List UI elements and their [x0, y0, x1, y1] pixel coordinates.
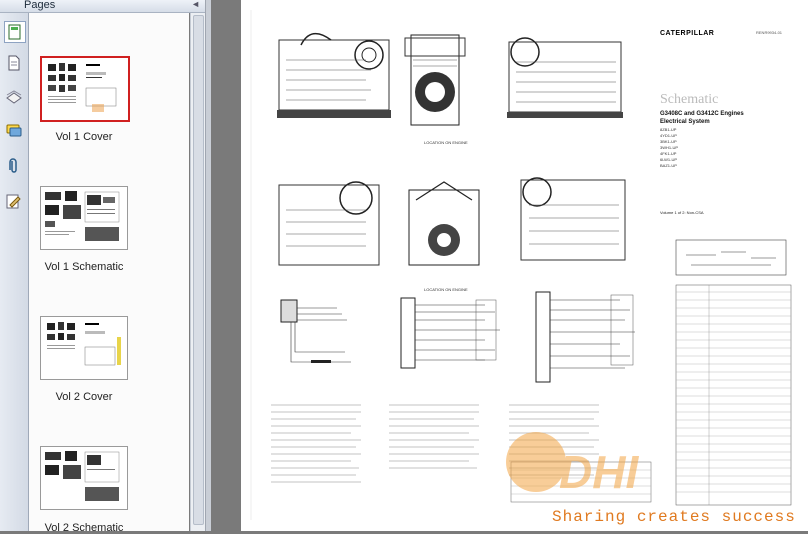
thumbnails-scrollbar[interactable] [190, 13, 205, 531]
thumbnail-label: Vol 2 Schematic [44, 522, 124, 534]
schematic-drawing: DHI [250, 10, 792, 520]
wiring-harness-1 [280, 299, 351, 363]
thumbnail-label: Vol 2 Cover [55, 391, 113, 403]
navigation-toolstrip [0, 13, 29, 531]
document-heading: Schematic [660, 92, 719, 107]
engine-front-view-2 [408, 181, 480, 266]
pages-tool-icon[interactable] [4, 21, 26, 43]
document-tool-icon[interactable] [4, 53, 24, 73]
svg-text:DHI: DHI [559, 446, 639, 498]
engine-side-view-3 [278, 181, 380, 266]
location-caption: LOCATION ON ENGINE [424, 287, 468, 292]
thumbnail-label: Vol 1 Schematic [44, 261, 124, 273]
thumbnail-vol2-cover[interactable] [40, 316, 128, 380]
publication-number: RENR9934-01 [756, 30, 783, 35]
engine-side-view-4 [520, 177, 626, 261]
wiring-harness-2 [400, 297, 500, 369]
serial-numbers: 8ZB1-UP 4YD1-UP 3BK1-UP 3WH1-UP 4FK1-UP … [660, 127, 678, 169]
document-page: DHI CATERPILLAR RENR9934-01 Schematic G3… [241, 0, 808, 531]
thumbnail-vol1-schematic[interactable] [40, 186, 128, 250]
comments-tool-icon[interactable] [4, 121, 24, 141]
component-table [675, 284, 792, 506]
thumbnail-vol2-schematic[interactable] [40, 446, 128, 510]
thumbnails-pane: Vol 1 Cover Vol 1 Schematic Vol 2 Cover [29, 13, 189, 534]
caterpillar-logo: CATERPILLAR [660, 30, 715, 37]
panel-splitter[interactable] [205, 0, 211, 531]
location-caption: LOCATION ON ENGINE [424, 140, 468, 145]
engine-side-view-1 [277, 32, 391, 118]
attachments-tool-icon[interactable] [4, 156, 24, 176]
volume-label: Volume 1 of 2: Non-CSA [660, 210, 704, 215]
document-subtitle: G3408C and G3412C Engines Electrical Sys… [660, 110, 744, 126]
serial-number: BAZ1-UP [660, 163, 677, 168]
wiring-harness-3 [535, 291, 635, 383]
watermark-text: Sharing creates success [552, 508, 796, 526]
thumbnail-vol1-cover[interactable] [40, 56, 130, 122]
pages-panel-title: Pages [24, 0, 56, 11]
engines-line: G3408C and G3412C Engines [660, 111, 744, 117]
collapse-panel-icon[interactable]: ◄ [191, 0, 200, 9]
watermark-logo-icon: DHI [506, 432, 639, 498]
signatures-tool-icon[interactable] [4, 191, 24, 211]
pages-panel-header: Pages ◄ [0, 0, 206, 13]
scrollbar-thumb[interactable] [193, 15, 204, 525]
thumbnail-label: Vol 1 Cover [55, 131, 113, 143]
system-line: Electrical System [660, 119, 710, 125]
engine-front-view-1 [404, 34, 466, 126]
engine-side-view-2 [507, 37, 623, 118]
layers-tool-icon[interactable] [4, 87, 24, 107]
block-diagram [675, 239, 787, 276]
